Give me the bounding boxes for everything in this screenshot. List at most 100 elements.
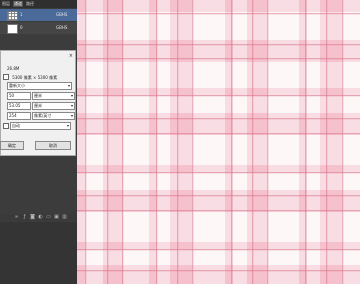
document-canvas[interactable] — [77, 0, 360, 284]
vertical-line — [177, 0, 179, 284]
horizontal-line — [77, 118, 360, 120]
band-intersection — [77, 113, 85, 135]
plaid-pattern — [77, 0, 360, 284]
band-intersection — [247, 165, 267, 173]
layer-thumbnail — [7, 24, 18, 34]
horizontal-line — [77, 195, 360, 197]
left-panel: 图层 通道 路径 1 GBHS 0 GBHS × 26.8M 5300 像素 ×… — [0, 0, 77, 284]
band-intersection — [320, 88, 342, 96]
layer-row[interactable]: 1 GBHS — [0, 9, 77, 21]
vertical-line — [122, 0, 124, 284]
width-unit-select[interactable]: 厘米 — [32, 92, 75, 100]
dimension-toggle[interactable] — [3, 74, 9, 80]
layer-row[interactable]: 0 GBHS — [0, 22, 77, 34]
resolution-unit-select[interactable]: 像素/英寸 — [32, 112, 75, 120]
horizontal-line — [77, 210, 360, 212]
band-intersection — [149, 88, 157, 96]
band-intersection — [247, 88, 267, 96]
horizontal-line — [77, 13, 360, 15]
band-intersection — [170, 242, 192, 250]
vertical-line — [85, 0, 87, 284]
layers-toolbar: ∞ ƒ ◙ ◐ ▭ ▣ ▥ — [0, 214, 77, 221]
band-intersection — [170, 88, 192, 96]
band-intersection — [149, 165, 157, 173]
tab-channels[interactable]: 通道 — [13, 1, 23, 7]
layer-extra: GBHS — [56, 25, 68, 30]
band-intersection — [170, 0, 192, 12]
band-intersection — [103, 0, 123, 12]
vertical-line — [305, 0, 307, 284]
band-intersection — [103, 113, 123, 135]
image-size-text: 26.8M — [7, 66, 20, 71]
height-field[interactable]: 53.05 — [7, 102, 31, 110]
band-intersection — [103, 88, 123, 96]
layer-name: 1 — [20, 12, 23, 17]
horizontal-line — [77, 270, 360, 272]
cancel-button[interactable]: 取消 — [35, 141, 71, 150]
vertical-line — [107, 0, 109, 284]
band-intersection — [320, 113, 342, 135]
panel-empty-area — [0, 222, 77, 284]
horizontal-line — [77, 249, 360, 251]
band-intersection — [247, 113, 267, 135]
band-intersection — [320, 265, 342, 284]
folder-icon[interactable]: ▭ — [46, 215, 51, 220]
band-intersection — [149, 242, 157, 250]
height-unit-select[interactable]: 厘米 — [32, 102, 75, 110]
tab-layers[interactable]: 图层 — [2, 1, 10, 7]
layer-thumbnail — [7, 11, 18, 21]
resample-method-select[interactable]: 自动 — [10, 122, 71, 130]
band-intersection — [247, 190, 267, 212]
panel-tabs: 图层 通道 路径 — [0, 0, 77, 8]
horizontal-line — [77, 58, 360, 60]
band-intersection — [77, 190, 85, 212]
mask-icon[interactable]: ◙ — [30, 215, 35, 220]
band-intersection — [170, 113, 192, 135]
band-intersection — [103, 265, 123, 284]
resolution-field[interactable]: 254 — [7, 112, 31, 120]
vertical-line — [231, 0, 233, 284]
band-intersection — [103, 190, 123, 212]
vertical-line — [252, 0, 254, 284]
band-intersection — [77, 0, 85, 12]
close-icon[interactable]: × — [69, 53, 73, 59]
resample-select[interactable]: 重新大小 — [7, 82, 72, 90]
band-intersection — [170, 165, 192, 173]
fx-icon[interactable]: ƒ — [22, 215, 27, 220]
layer-name: 0 — [20, 25, 23, 30]
ok-button[interactable]: 确定 — [0, 141, 24, 150]
link-icon[interactable]: ∞ — [14, 215, 19, 220]
horizontal-line — [77, 172, 360, 174]
band-intersection — [320, 190, 342, 212]
vertical-line — [342, 0, 344, 284]
band-intersection — [77, 265, 85, 284]
layer-extra: GBHS — [56, 12, 68, 17]
vertical-line — [156, 0, 158, 284]
adjust-icon[interactable]: ◐ — [38, 215, 43, 220]
new-layer-icon[interactable]: ▣ — [54, 215, 59, 220]
trash-icon[interactable]: ▥ — [62, 215, 67, 220]
band-intersection — [170, 190, 192, 212]
horizontal-line — [77, 44, 360, 46]
band-intersection — [77, 165, 85, 173]
band-intersection — [77, 242, 85, 250]
band-intersection — [320, 0, 342, 12]
band-intersection — [247, 265, 267, 284]
band-intersection — [103, 242, 123, 250]
band-intersection — [149, 265, 157, 284]
image-size-dialog: × 26.8M 5300 像素 × 5300 像素 重新大小 50 厘米 53.… — [0, 50, 76, 156]
band-intersection — [320, 242, 342, 250]
band-intersection — [170, 265, 192, 284]
width-field[interactable]: 50 — [7, 92, 31, 100]
band-intersection — [149, 113, 157, 135]
band-intersection — [247, 0, 267, 12]
resample-checkbox[interactable] — [3, 123, 9, 129]
band-intersection — [149, 190, 157, 212]
vertical-line — [192, 0, 194, 284]
band-intersection — [149, 0, 157, 12]
tab-paths[interactable]: 路径 — [26, 1, 34, 7]
vertical-line — [267, 0, 269, 284]
vertical-line — [326, 0, 328, 284]
band-intersection — [103, 165, 123, 173]
horizontal-line — [77, 95, 360, 97]
